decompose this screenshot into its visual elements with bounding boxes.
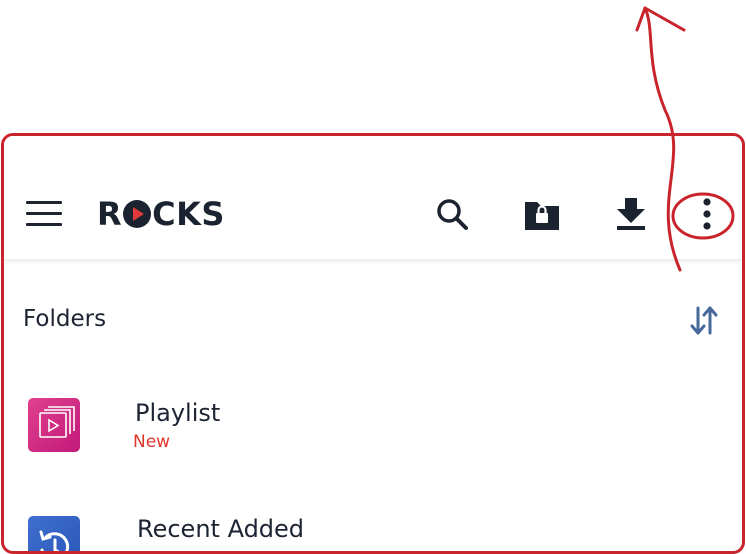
list-item-playlist[interactable]: Playlist New <box>4 394 742 464</box>
logo-letter-r: R <box>97 195 123 233</box>
more-vertical-icon[interactable] <box>694 196 720 232</box>
logo-letters-cks: CKS <box>152 195 225 233</box>
app-screen: R CKS Folders Playlist New Recent Added <box>1 133 745 554</box>
playlist-title: Playlist <box>135 399 221 427</box>
sort-arrows-icon[interactable] <box>689 304 719 338</box>
hamburger-menu-icon[interactable] <box>26 201 62 227</box>
locked-folder-icon[interactable] <box>523 196 559 232</box>
history-icon <box>28 516 80 551</box>
search-icon[interactable] <box>434 196 470 232</box>
top-app-bar: R CKS <box>4 136 742 260</box>
app-logo: R CKS <box>97 194 225 234</box>
list-item-recent-added[interactable]: Recent Added <box>4 512 742 551</box>
download-icon[interactable] <box>613 196 649 232</box>
folders-heading: Folders <box>23 306 107 332</box>
playlist-icon <box>28 398 80 452</box>
logo-play-icon <box>123 200 152 228</box>
new-badge: New <box>133 432 171 452</box>
recent-added-title: Recent Added <box>137 515 305 543</box>
